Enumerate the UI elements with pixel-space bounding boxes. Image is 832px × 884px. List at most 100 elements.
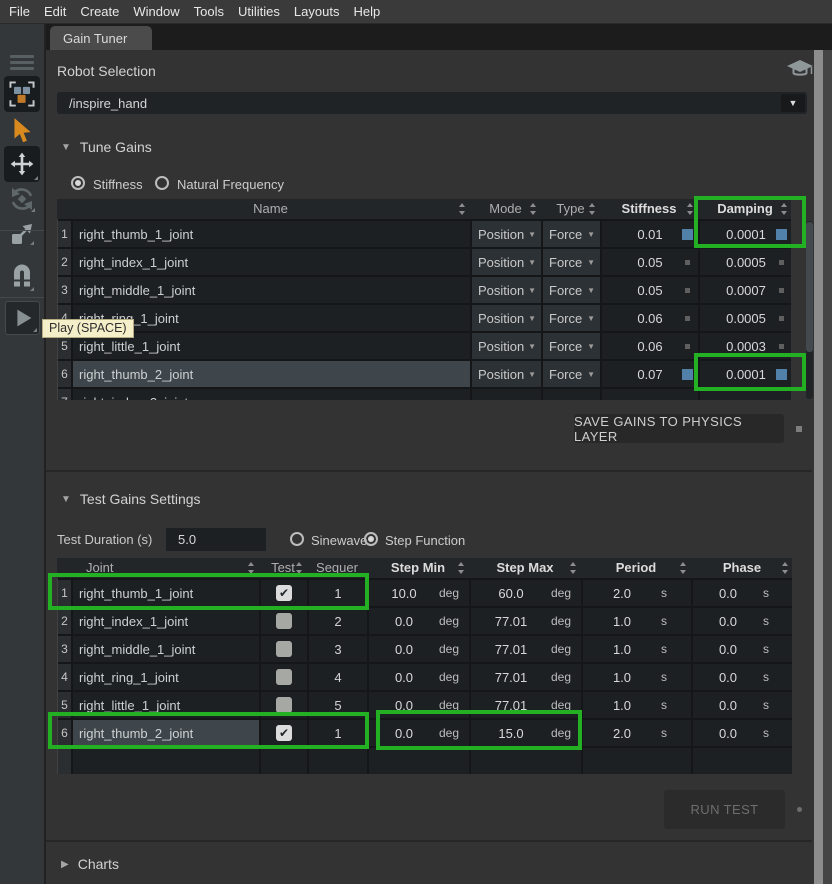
mode-dropdown[interactable]: Position▼ [472, 305, 541, 331]
sinewave-radio[interactable] [290, 532, 304, 546]
step_max-field[interactable]: 77.01deg [471, 664, 581, 690]
chevron-down-icon[interactable]: ▼ [528, 314, 536, 323]
play-button[interactable] [5, 301, 40, 335]
sequence-field[interactable]: 2 [309, 608, 367, 634]
joint-name-cell[interactable]: right_ring_1_joint [73, 664, 259, 690]
charts-section-header[interactable]: ▶ Charts [61, 856, 119, 872]
step_max-field[interactable]: 15.0deg [471, 720, 581, 746]
damping-field[interactable]: 0.0001 [700, 221, 791, 247]
hamburger-menu-icon[interactable] [10, 55, 34, 73]
chevron-down-icon[interactable]: ▼ [528, 342, 536, 351]
col-header-stiffness[interactable]: Stiffness [601, 199, 697, 219]
col-header-name[interactable]: Name [72, 199, 469, 219]
chevron-down-icon[interactable]: ▼ [587, 230, 595, 239]
period-field[interactable]: 1.0s [583, 664, 691, 690]
col-header-mode[interactable]: Mode [471, 199, 540, 219]
chevron-down-icon[interactable]: ▼ [528, 286, 536, 295]
mode-dropdown[interactable]: Position▼ [472, 221, 541, 247]
menu-edit[interactable]: Edit [44, 4, 66, 19]
joint-name-cell[interactable]: right_thumb_2_joint [73, 361, 470, 387]
sequence-field[interactable]: 1 [309, 720, 367, 746]
joint-name-cell[interactable]: right_thumb_2_joint [73, 720, 259, 746]
run-test-button[interactable]: RUN TEST [664, 790, 785, 829]
phase-field[interactable]: 0.0s [693, 664, 792, 690]
period-field[interactable]: 1.0s [583, 608, 691, 634]
step_min-field[interactable]: 10.0deg [369, 580, 469, 606]
sort-icon[interactable] [588, 202, 596, 216]
step_max-field[interactable]: 60.0deg [471, 580, 581, 606]
move-tool-button[interactable] [4, 146, 40, 182]
stiffness-field[interactable]: 0.06 [602, 305, 698, 331]
col-header-sequence[interactable]: Sequer [308, 558, 366, 578]
step_min-field[interactable]: 0.0deg [369, 636, 469, 662]
sequence-field[interactable]: 4 [309, 664, 367, 690]
joint-name-cell[interactable]: right_thumb_1_joint [73, 580, 259, 606]
stiffness-field[interactable]: 0.05 [602, 249, 698, 275]
period-field[interactable]: 2.0s [583, 720, 691, 746]
sort-icon[interactable] [247, 561, 255, 575]
damping-field[interactable]: 0.0007 [700, 277, 791, 303]
mode-dropdown[interactable]: Position▼ [472, 361, 541, 387]
menu-utilities[interactable]: Utilities [238, 4, 280, 19]
sort-icon[interactable] [686, 202, 694, 216]
period-field[interactable]: 2.0s [583, 580, 691, 606]
sort-icon[interactable] [569, 561, 577, 575]
sequence-field[interactable]: 5 [309, 692, 367, 718]
menu-help[interactable]: Help [353, 4, 380, 19]
type-dropdown[interactable]: Force▼ [543, 221, 600, 247]
phase-field[interactable]: 0.0s [693, 636, 792, 662]
tab-gain-tuner[interactable]: Gain Tuner [50, 26, 152, 50]
joint-name-cell[interactable]: right_middle_1_joint [73, 277, 470, 303]
col-header-step-min[interactable]: Step Min [368, 558, 468, 578]
col-header-period[interactable]: Period [582, 558, 690, 578]
test-duration-input[interactable]: 5.0 [166, 528, 266, 551]
damping-field[interactable] [700, 389, 791, 400]
test-checkbox[interactable] [276, 613, 292, 629]
chevron-down-icon[interactable]: ▼ [587, 370, 595, 379]
sequence-field[interactable]: 3 [309, 636, 367, 662]
type-dropdown[interactable] [543, 389, 600, 400]
step_max-field[interactable]: 77.01deg [471, 692, 581, 718]
chevron-down-icon[interactable]: ▼ [587, 258, 595, 267]
phase-field[interactable]: 0.0s [693, 608, 792, 634]
col-header-damping[interactable]: Damping [699, 199, 791, 219]
stiffness-field[interactable]: 0.05 [602, 277, 698, 303]
stiffness-radio[interactable] [71, 176, 85, 190]
select-tool-button[interactable] [9, 117, 35, 145]
selection-mode-button[interactable] [4, 76, 40, 112]
col-header-step-max[interactable]: Step Max [470, 558, 580, 578]
save-gains-button[interactable]: SAVE GAINS TO PHYSICS LAYER [574, 414, 784, 443]
robot-select-dropdown[interactable]: /inspire_hand ▼ [57, 92, 807, 114]
chevron-down-icon[interactable]: ▼ [587, 342, 595, 351]
mode-dropdown[interactable]: Position▼ [472, 249, 541, 275]
type-dropdown[interactable]: Force▼ [543, 305, 600, 331]
natural-frequency-radio[interactable] [155, 176, 169, 190]
menu-tools[interactable]: Tools [194, 4, 224, 19]
test-checkbox[interactable] [276, 641, 292, 657]
stiffness-field[interactable]: 0.07 [602, 361, 698, 387]
stiffness-field[interactable]: 0.06 [602, 333, 698, 359]
damping-field[interactable]: 0.0001 [700, 361, 791, 387]
period-field[interactable]: 1.0s [583, 636, 691, 662]
menu-layouts[interactable]: Layouts [294, 4, 340, 19]
joint-name-cell[interactable]: right_little_1_joint [73, 692, 259, 718]
step_max-field[interactable]: 77.01deg [471, 608, 581, 634]
gains-table-scrollbar-thumb[interactable] [806, 222, 813, 352]
chevron-down-icon[interactable]: ▼ [781, 94, 805, 112]
sort-icon[interactable] [780, 202, 788, 216]
joint-name-cell[interactable]: right_middle_1_joint [73, 636, 259, 662]
period-field[interactable]: 1.0s [583, 692, 691, 718]
damping-field[interactable]: 0.0005 [700, 305, 791, 331]
phase-field[interactable]: 0.0s [693, 580, 792, 606]
sequence-field[interactable]: 1 [309, 580, 367, 606]
collapsed-triangle-icon[interactable]: ▶ [61, 859, 69, 870]
joint-name-cell[interactable]: right_index_2_joint [73, 389, 470, 400]
step_min-field[interactable]: 0.0deg [369, 664, 469, 690]
damping-field[interactable]: 0.0003 [700, 333, 791, 359]
chevron-down-icon[interactable]: ▼ [587, 314, 595, 323]
sort-icon[interactable] [781, 561, 789, 575]
type-dropdown[interactable]: Force▼ [543, 361, 600, 387]
collapse-triangle-icon[interactable]: ▼ [61, 494, 71, 505]
mode-dropdown[interactable]: Position▼ [472, 277, 541, 303]
collapse-triangle-icon[interactable]: ▼ [61, 142, 71, 153]
